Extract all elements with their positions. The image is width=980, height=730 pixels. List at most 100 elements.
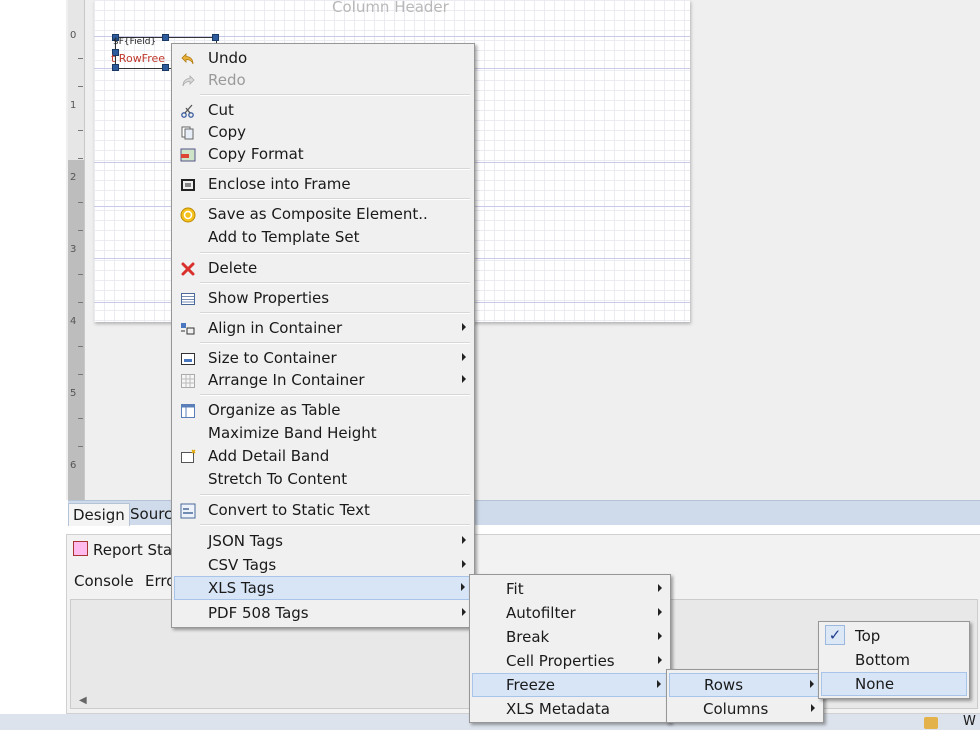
menu-item-none[interactable]: None: [821, 672, 967, 696]
field-expression: $F{Field}: [113, 37, 157, 47]
vertical-ruler: 0 1 2 3 4 5 6: [68, 0, 85, 500]
submenu-arrow-icon: [658, 584, 662, 592]
menu-separator: [200, 94, 470, 96]
scroll-left-icon[interactable]: ◀: [79, 695, 87, 706]
ruler-mark: 6: [70, 460, 77, 471]
menu-item-size-container[interactable]: Size to Container: [174, 347, 472, 369]
menu-separator: [200, 524, 470, 526]
menu-item-cell-properties[interactable]: Cell Properties: [472, 650, 668, 672]
checkmark-icon: ✓: [825, 625, 845, 645]
submenu-arrow-icon: [658, 608, 662, 616]
scissors-icon: [181, 104, 194, 118]
menu-separator: [200, 252, 470, 254]
align-icon: [181, 323, 195, 335]
menu-item-columns[interactable]: Columns: [669, 698, 821, 720]
menu-item-stretch-content[interactable]: Stretch To Content: [174, 468, 472, 490]
menu-item-xls-metadata[interactable]: XLS Metadata: [472, 698, 668, 720]
menu-item-copy-format[interactable]: Copy Format: [174, 143, 472, 165]
resize-handle[interactable]: [212, 34, 219, 41]
panel-header: Report Sta: [73, 541, 172, 559]
submenu-arrow-icon: [658, 656, 662, 664]
menu-item-bottom[interactable]: Bottom: [821, 649, 967, 671]
menu-separator: [200, 282, 470, 284]
status-text: W: [963, 714, 976, 729]
left-strip: [0, 0, 62, 714]
submenu-arrow-icon: [462, 536, 466, 544]
menu-item-undo[interactable]: Undo: [174, 47, 472, 69]
menu-item-copy[interactable]: Copy: [174, 121, 472, 143]
ruler-mark: 3: [70, 244, 77, 255]
frame-icon: [181, 179, 195, 191]
menu-item-maximize-band[interactable]: Maximize Band Height: [174, 422, 472, 444]
menu-item-convert-static[interactable]: Convert to Static Text: [174, 499, 472, 521]
menu-item-freeze[interactable]: Freeze: [472, 673, 668, 697]
menu-separator: [200, 342, 470, 344]
ruler-mark: 2: [70, 172, 77, 183]
ruler-mark: 1: [70, 100, 77, 111]
submenu-arrow-icon: [657, 680, 661, 688]
menu-item-break[interactable]: Break: [472, 626, 668, 648]
submenu-arrow-icon: [658, 632, 662, 640]
menu-separator: [200, 168, 470, 170]
submenu-arrow-icon: [811, 704, 815, 712]
menu-item-organize-table[interactable]: Organize as Table: [174, 399, 472, 421]
submenu-arrow-icon: [461, 583, 465, 591]
menu-item-align-container[interactable]: Align in Container: [174, 317, 472, 339]
menu-item-add-detail-band[interactable]: Add Detail Band: [174, 445, 472, 467]
table-icon: [181, 404, 195, 418]
submenu-arrow-icon: [462, 353, 466, 361]
menu-item-fit[interactable]: Fit: [472, 578, 668, 600]
menu-item-rows[interactable]: Rows: [669, 673, 821, 697]
status-icon: [924, 717, 938, 729]
menu-item-add-template-set[interactable]: Add to Template Set: [174, 226, 472, 248]
menu-separator: [200, 312, 470, 314]
copy-format-icon: [180, 148, 196, 162]
submenu-arrow-icon: [462, 608, 466, 616]
ruler-mark: 4: [70, 316, 77, 327]
menu-separator: [200, 394, 470, 396]
menu-item-csv-tags[interactable]: CSV Tags: [174, 554, 472, 576]
add-band-icon: [181, 449, 196, 463]
tab-source[interactable]: Sourc: [126, 503, 176, 525]
copy-icon: [181, 126, 194, 140]
menu-item-autofilter[interactable]: Autofilter: [472, 602, 668, 624]
menu-item-save-composite[interactable]: Save as Composite Element..: [174, 203, 472, 225]
menu-item-redo[interactable]: Redo: [174, 69, 472, 91]
menu-item-show-properties[interactable]: Show Properties: [174, 287, 472, 309]
submenu-arrow-icon: [462, 560, 466, 568]
delete-icon: [181, 262, 195, 276]
panel-title: Report Sta: [93, 541, 173, 559]
resize-handle[interactable]: [112, 64, 119, 71]
rows-submenu: ✓ Top Bottom None: [818, 621, 970, 699]
context-menu: Undo Redo Cut Copy Copy Format Enclose i…: [171, 43, 475, 628]
menu-separator: [200, 198, 470, 200]
label-icon: [180, 503, 196, 519]
menu-item-arrange-container[interactable]: Arrange In Container: [174, 369, 472, 391]
redo-icon: [182, 75, 195, 87]
freeze-submenu: Rows Columns: [666, 669, 824, 723]
report-icon: [73, 541, 88, 556]
size-icon: [181, 353, 195, 365]
submenu-arrow-icon: [462, 323, 466, 331]
menu-item-pdf-tags[interactable]: PDF 508 Tags: [174, 602, 472, 624]
field-name-text: t RowFree: [111, 52, 166, 65]
arrange-icon: [181, 374, 195, 388]
menu-item-xls-tags[interactable]: XLS Tags: [174, 576, 472, 600]
ruler-mark: 0: [70, 30, 77, 41]
ruler-mark: 5: [70, 388, 77, 399]
menu-item-enclose-frame[interactable]: Enclose into Frame: [174, 173, 472, 195]
xls-tags-submenu: Fit Autofilter Break Cell Properties Fre…: [469, 574, 671, 723]
properties-icon: [181, 293, 195, 305]
menu-item-json-tags[interactable]: JSON Tags: [174, 530, 472, 552]
submenu-arrow-icon: [810, 680, 814, 688]
resize-handle[interactable]: [162, 34, 169, 41]
undo-icon: [181, 53, 194, 65]
menu-item-top[interactable]: ✓ Top: [821, 625, 967, 647]
resize-handle[interactable]: [162, 64, 169, 71]
submenu-arrow-icon: [462, 375, 466, 383]
menu-item-cut[interactable]: Cut: [174, 99, 472, 121]
column-header-label: Column Header: [332, 0, 449, 16]
tab-design[interactable]: Design: [68, 503, 130, 526]
menu-item-delete[interactable]: Delete: [174, 257, 472, 279]
tab-console[interactable]: Console: [74, 572, 134, 590]
